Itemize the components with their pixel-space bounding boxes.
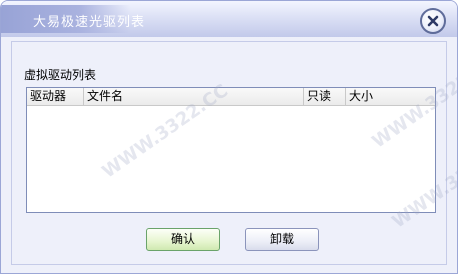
column-header-readonly[interactable]: 只读: [304, 88, 346, 106]
close-button[interactable]: [420, 8, 446, 34]
column-header-size[interactable]: 大小: [346, 88, 406, 106]
unload-button[interactable]: 卸载: [245, 228, 319, 251]
title-bar[interactable]: 大易极速光驱列表: [1, 1, 457, 37]
dialog-body: 虚拟驱动列表 驱动器 文件名 只读 大小 确认 卸载: [11, 41, 447, 265]
drive-list[interactable]: 驱动器 文件名 只读 大小: [26, 87, 436, 213]
drive-list-label: 虚拟驱动列表: [24, 68, 97, 82]
confirm-button[interactable]: 确认: [146, 228, 220, 251]
list-header: 驱动器 文件名 只读 大小: [27, 88, 435, 106]
column-header-drive[interactable]: 驱动器: [27, 88, 84, 106]
column-header-filename[interactable]: 文件名: [84, 88, 304, 106]
list-body[interactable]: [27, 106, 435, 212]
drive-list-dialog: 大易极速光驱列表 虚拟驱动列表 驱动器 文件名 只读 大小 确认 卸载 WWW.…: [0, 0, 458, 274]
window-title: 大易极速光驱列表: [33, 15, 146, 30]
close-icon: [427, 15, 439, 27]
